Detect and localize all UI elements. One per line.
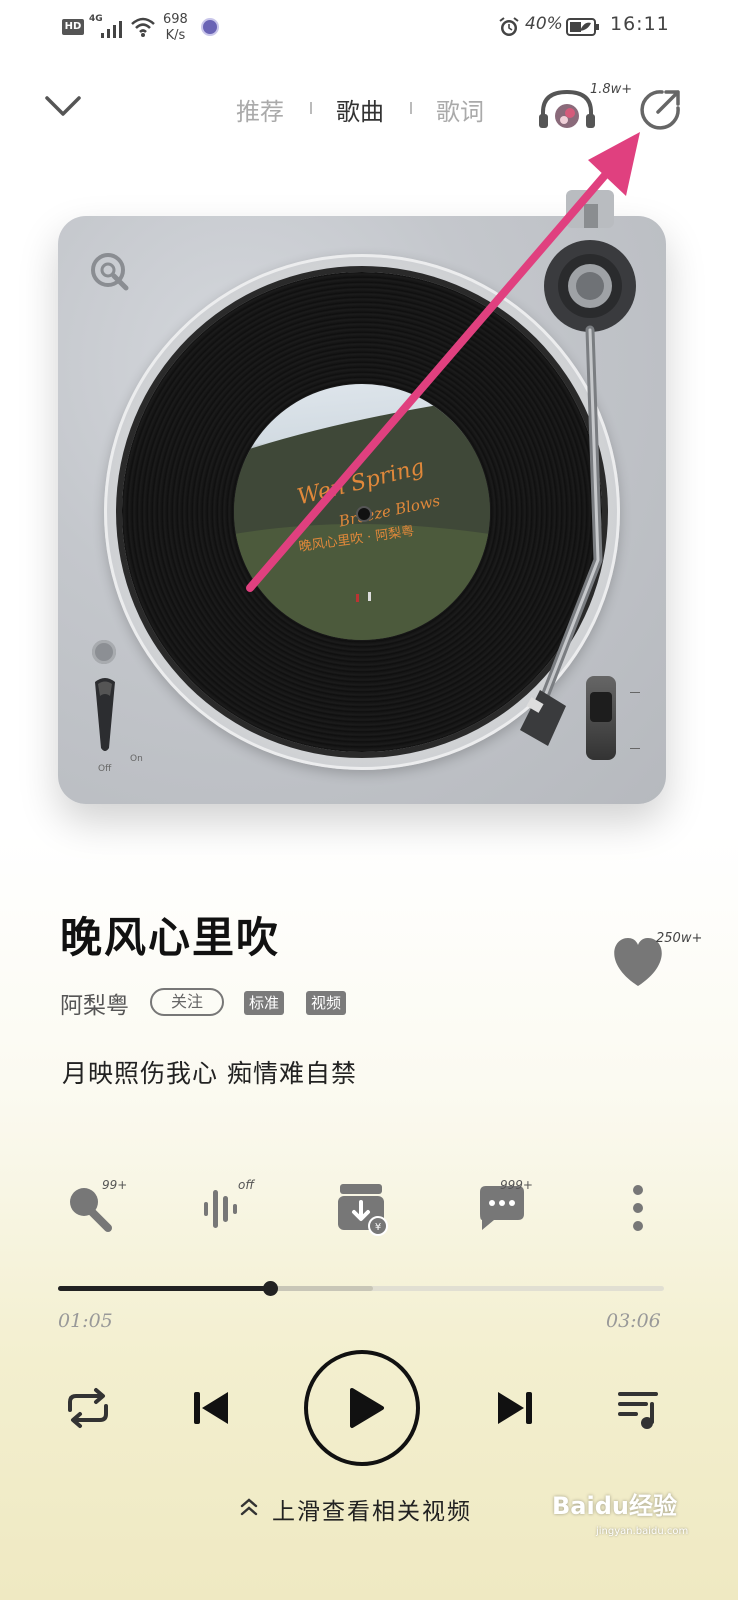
playlist-icon[interactable] <box>612 1380 668 1436</box>
next-track-icon[interactable] <box>486 1380 542 1436</box>
tab-bar: 推荐 歌曲 歌词 <box>230 92 500 126</box>
artist-name[interactable]: 阿梨粤 <box>60 986 129 1020</box>
speed-tick-high <box>630 686 640 693</box>
follow-button[interactable]: 关注 <box>150 988 224 1016</box>
karaoke-count: 99+ <box>102 1178 128 1192</box>
battery-icon <box>566 18 599 36</box>
tab-lyrics[interactable]: 歌词 <box>436 92 484 127</box>
speed-unit: K/s <box>165 28 186 43</box>
hd-badge: HD <box>62 19 84 35</box>
like-count: 250w+ <box>656 931 703 946</box>
status-bar: HD 4G 698 K/s 40% 16:11 <box>0 0 738 58</box>
tab-recommend[interactable]: 推荐 <box>236 92 284 127</box>
tab-song[interactable]: 歌曲 <box>336 92 384 127</box>
quality-badge[interactable]: 标准 <box>244 991 285 1015</box>
share-icon[interactable] <box>638 88 682 132</box>
listen-count: 1.8w+ <box>590 82 633 97</box>
power-knob[interactable] <box>92 640 116 664</box>
speed-value: 698 <box>163 12 188 27</box>
tab-divider <box>310 102 312 114</box>
wifi-icon <box>131 17 155 37</box>
network-speed: 698 K/s <box>163 12 188 44</box>
more-icon[interactable] <box>610 1180 666 1236</box>
power-switch[interactable] <box>92 676 118 754</box>
video-badge[interactable]: 视频 <box>306 991 347 1015</box>
repeat-icon[interactable] <box>60 1380 116 1436</box>
swipe-up-chevron-icon <box>240 1498 258 1516</box>
sound-effect-status: off <box>238 1178 255 1192</box>
collapse-chevron-icon[interactable] <box>44 90 82 122</box>
progress-played <box>58 1286 270 1291</box>
progress-thumb[interactable] <box>263 1281 278 1296</box>
app-notification-icon <box>201 18 219 36</box>
download-icon[interactable]: ¥ <box>334 1180 390 1236</box>
baidu-watermark-url: jingyan.baidu.com <box>596 1526 689 1537</box>
current-time: 01:05 <box>58 1310 113 1332</box>
play-icon <box>350 1388 384 1428</box>
tab-divider <box>410 102 412 114</box>
total-time: 03:06 <box>606 1310 661 1332</box>
clock: 16:11 <box>610 13 670 35</box>
previous-track-icon[interactable] <box>184 1380 240 1436</box>
comment-count: 999+ <box>500 1178 533 1192</box>
switch-on-label: On <box>130 754 143 764</box>
play-button[interactable] <box>304 1350 420 1466</box>
switch-off-label: Off <box>98 764 112 774</box>
song-title: 晚风心里吹 <box>60 913 281 962</box>
battery-percent: 40% <box>525 14 563 34</box>
alarm-icon <box>499 17 519 36</box>
record-spindle <box>356 506 372 522</box>
svg-text:¥: ¥ <box>375 1222 381 1233</box>
speed-tick-low <box>630 742 640 749</box>
baidu-watermark: Baidu经验 <box>552 1492 677 1520</box>
signal-icon <box>101 21 122 38</box>
speed-selector[interactable] <box>586 676 616 760</box>
swipe-up-hint[interactable]: 上滑查看相关视频 <box>272 1492 472 1526</box>
qq-music-logo <box>91 253 129 291</box>
current-lyric[interactable]: 月映照伤我心 痴情难自禁 <box>62 1054 357 1090</box>
